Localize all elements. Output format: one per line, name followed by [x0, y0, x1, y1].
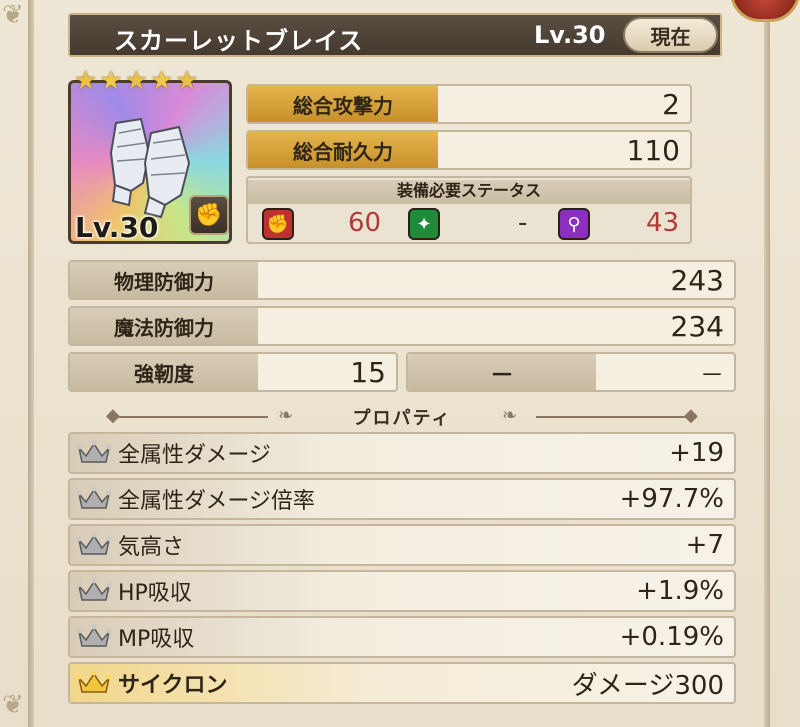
property-name: サイクロン — [118, 673, 228, 698]
physical-defense-row: 物理防御力 243 — [68, 260, 736, 300]
total-durability-row: 総合耐久力 110 — [246, 130, 692, 170]
star-icon: ★ — [74, 66, 98, 96]
star-icon: ★ — [99, 66, 123, 96]
ornament-icon: ◆ — [106, 405, 120, 426]
toughness-row: 強靭度 15 — [68, 352, 398, 392]
property-name: HP吸収 — [118, 581, 192, 606]
magic-defense-row: 魔法防御力 234 — [68, 306, 736, 346]
magic-icon: ⚲ — [558, 208, 590, 240]
physical-defense-label: 物理防御力 — [70, 262, 258, 298]
total-durability-value: 110 — [626, 133, 680, 167]
corner-ornament-icon: ❦ — [2, 690, 24, 720]
property-value: +1.9% — [636, 576, 724, 606]
gauntlet-type-icon: ✊ — [189, 195, 229, 235]
star-icon: ★ — [149, 66, 174, 96]
property-value: +7 — [685, 530, 724, 560]
total-attack-row: 総合攻撃力 2 — [246, 84, 692, 124]
magic-defense-value: 234 — [670, 309, 724, 343]
total-durability-label: 総合耐久力 — [248, 132, 438, 168]
empty-stat-row: － － — [406, 352, 736, 392]
corner-ornament-icon: ❦ — [2, 0, 24, 30]
star-icon: ★ — [124, 66, 148, 96]
total-attack-value: 2 — [662, 87, 680, 121]
dexterity-icon: ✦ — [408, 208, 440, 240]
required-status-title: 装備必要ステータス — [248, 180, 690, 204]
property-value: +19 — [669, 438, 724, 468]
property-row: 気高さ +7 — [68, 524, 736, 566]
total-attack-label: 総合攻撃力 — [248, 86, 438, 122]
silver-crown-icon — [70, 624, 118, 650]
empty-stat-value: － — [700, 360, 724, 389]
ornament-icon: ❧ — [502, 405, 518, 426]
frame-border-left — [28, 0, 34, 727]
title-bar: スカーレットブレイス Lv.30 現在 — [68, 13, 722, 57]
property-value: +0.19% — [619, 622, 724, 652]
rarity-stars: ★ ★ ★ ★ ★ — [74, 68, 199, 94]
frame-border-right — [764, 0, 770, 727]
property-value: ダメージ300 — [571, 670, 724, 701]
toughness-value: 15 — [350, 355, 386, 389]
silver-crown-icon — [70, 486, 118, 512]
property-row-skill: サイクロン ダメージ300 — [68, 662, 736, 704]
strength-icon: ✊ — [262, 208, 294, 240]
dexterity-requirement: - — [518, 208, 528, 238]
gold-crown-icon — [70, 670, 118, 696]
magic-defense-label: 魔法防御力 — [70, 308, 258, 344]
property-row: 全属性ダメージ倍率 +97.7% — [68, 478, 736, 520]
properties-header: ◆ ❧ プロパティ ❧ ◆ — [68, 402, 736, 432]
property-name: MP吸収 — [118, 627, 195, 652]
item-icon-frame[interactable]: Lv.30 ✊ — [68, 80, 232, 244]
star-icon: ★ — [175, 66, 199, 96]
silver-crown-icon — [70, 578, 118, 604]
property-row: MP吸収 +0.19% — [68, 616, 736, 658]
required-status-box: 装備必要ステータス ✊ 60 ✦ - ⚲ 43 — [246, 176, 692, 244]
property-row: HP吸収 +1.9% — [68, 570, 736, 612]
property-name: 全属性ダメージ倍率 — [118, 489, 315, 514]
silver-crown-icon — [70, 532, 118, 558]
divider — [536, 416, 686, 418]
silver-crown-icon — [70, 440, 118, 466]
properties-title: プロパティ — [352, 408, 452, 429]
property-value: +97.7% — [619, 484, 724, 514]
property-row: 全属性ダメージ +19 — [68, 432, 736, 474]
physical-defense-value: 243 — [670, 263, 724, 297]
toughness-label: 強靭度 — [70, 354, 258, 390]
divider — [118, 416, 268, 418]
item-level-badge: Lv.30 — [75, 211, 159, 244]
current-button[interactable]: 現在 — [623, 17, 718, 53]
property-name: 全属性ダメージ — [118, 443, 271, 468]
ornament-icon: ❧ — [278, 405, 294, 426]
strength-requirement: 60 — [348, 208, 382, 238]
empty-stat-label: － — [408, 354, 596, 390]
ornament-icon: ◆ — [684, 405, 698, 426]
item-level-label: Lv.30 — [534, 21, 606, 49]
magic-requirement: 43 — [646, 208, 680, 238]
property-name: 気高さ — [118, 535, 185, 560]
item-name: スカーレットブレイス — [114, 27, 364, 55]
